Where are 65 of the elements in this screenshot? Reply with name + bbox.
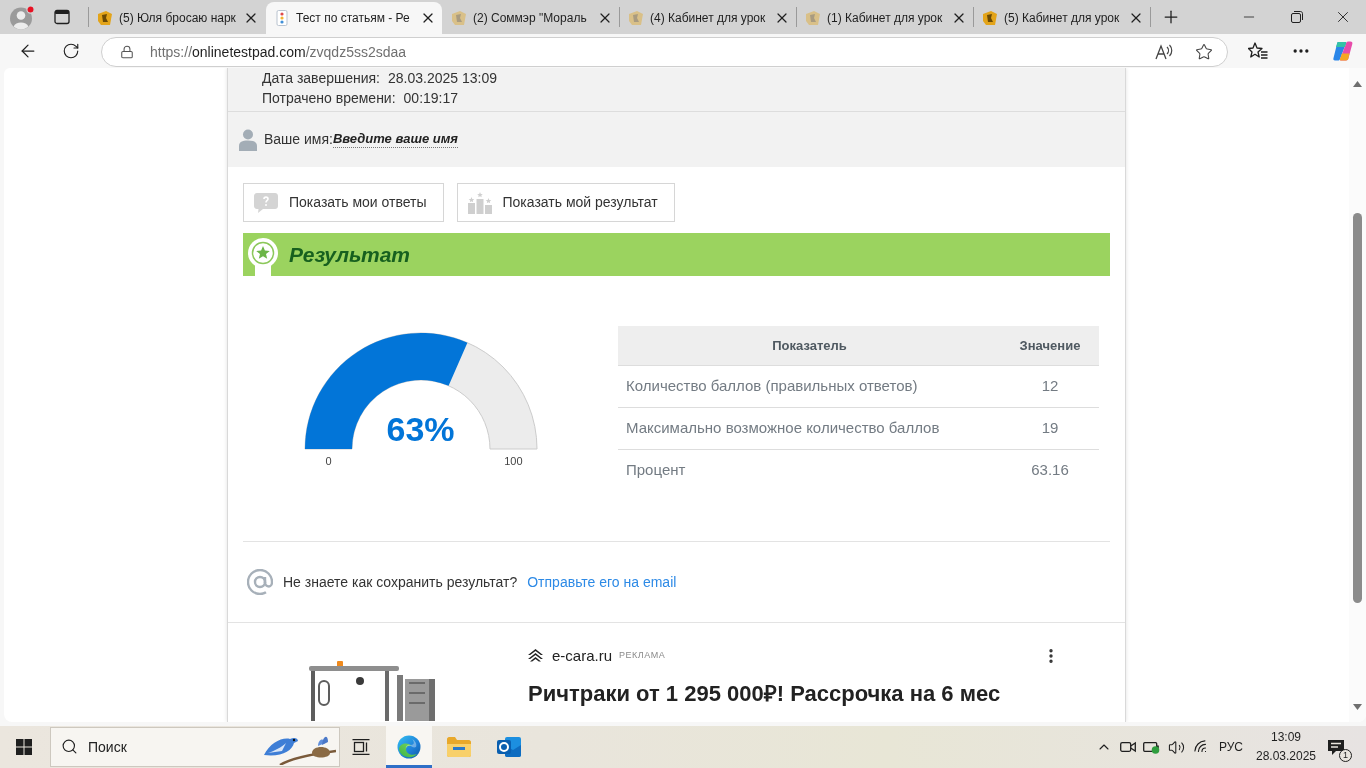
notification-icon[interactable] bbox=[1327, 738, 1345, 756]
windows-logo-icon[interactable] bbox=[16, 739, 32, 755]
enter-name-link[interactable]: Введите ваше имя bbox=[332, 131, 458, 148]
gauge-reading: 63% bbox=[386, 409, 455, 449]
taskbar-app-button[interactable] bbox=[386, 726, 432, 768]
profile-icon[interactable] bbox=[9, 4, 35, 30]
email-link[interactable]: Отправьте его на email bbox=[527, 571, 677, 593]
search-icon bbox=[61, 738, 78, 755]
summary-value: 00:19:17 bbox=[403, 89, 459, 108]
volume-icon[interactable] bbox=[1167, 738, 1185, 756]
browser-tab[interactable]: (1) Кабинет для урок bbox=[797, 2, 973, 34]
table-cell: Процент bbox=[618, 449, 1001, 491]
favorites-icon[interactable] bbox=[1248, 42, 1268, 60]
browser-tab[interactable]: (4) Кабинет для урок bbox=[620, 2, 796, 34]
browser-icon[interactable] bbox=[397, 735, 421, 759]
gauge-min-label: 0 bbox=[325, 454, 332, 468]
restore-icon[interactable] bbox=[1291, 11, 1303, 23]
favorite-star-icon[interactable] bbox=[1195, 43, 1213, 61]
ad-logo-icon bbox=[528, 649, 543, 663]
refresh-icon[interactable] bbox=[62, 42, 80, 60]
ad-headline[interactable]: Ричтраки от 1 295 000₽! Рассрочка на 6 мес bbox=[528, 680, 1060, 708]
summary-value: 28.03.2025 13:09 bbox=[388, 69, 497, 88]
read-aloud-icon[interactable] bbox=[1155, 44, 1173, 60]
battery-icon[interactable] bbox=[1143, 740, 1161, 754]
name-label: Ваше имя: bbox=[264, 130, 333, 149]
result-title: Результат bbox=[289, 241, 411, 268]
show-result-button[interactable]: Показать мой результат bbox=[456, 183, 675, 222]
question-bubble-icon bbox=[254, 192, 278, 213]
assistant-icon[interactable] bbox=[1332, 40, 1354, 62]
save-hint-text: Не знаете как сохранить результат? bbox=[283, 572, 518, 592]
lock-icon[interactable] bbox=[120, 45, 134, 59]
podium-icon bbox=[467, 191, 492, 214]
ad-domain[interactable]: e-cara.ru bbox=[552, 644, 613, 668]
folder-icon[interactable] bbox=[447, 737, 471, 757]
browser-tab[interactable]: (5) Кабинет для урок bbox=[974, 2, 1150, 34]
ad-label: РЕКЛАМА bbox=[619, 649, 666, 663]
table-cell: 19 bbox=[1001, 407, 1099, 449]
task-view-icon[interactable] bbox=[352, 739, 370, 755]
summary-label: Потрачено времени: bbox=[262, 89, 396, 108]
user-icon bbox=[239, 128, 257, 151]
summary-label: Дата завершения: bbox=[262, 69, 380, 88]
browser-tab[interactable]: Тест по статьям - Ре bbox=[266, 2, 442, 34]
tab-actions-icon[interactable] bbox=[54, 9, 70, 25]
address-field[interactable]: https://onlinetestpad.com/zvqdz5ss2sdaa bbox=[101, 37, 1228, 67]
column-header: Показатель bbox=[618, 326, 1001, 365]
gauge-max-label: 100 bbox=[504, 454, 523, 468]
column-header: Значение bbox=[1001, 326, 1099, 365]
table-cell: 12 bbox=[1001, 365, 1099, 407]
scrollbar-thumb[interactable] bbox=[1353, 213, 1362, 603]
scroll-down-icon[interactable] bbox=[1353, 704, 1362, 710]
browser-tab[interactable]: (5) Юля бросаю нарк bbox=[89, 2, 265, 34]
browser-tab[interactable]: (2) Соммэр "Мораль bbox=[443, 2, 619, 34]
url-text[interactable]: https://onlinetestpad.com/zvqdz5ss2sdaa bbox=[150, 41, 407, 63]
table-cell: Количество баллов (правильных ответов) bbox=[618, 365, 1001, 407]
at-sign-icon bbox=[247, 569, 273, 595]
scroll-up-icon[interactable] bbox=[1353, 81, 1362, 87]
language-indicator[interactable]: РУС bbox=[1214, 738, 1248, 756]
mail-app-icon[interactable] bbox=[497, 736, 521, 758]
camera-icon[interactable] bbox=[1120, 740, 1136, 754]
notification-count: 1 bbox=[1339, 749, 1352, 762]
search-field[interactable]: Поиск bbox=[50, 727, 340, 767]
clock[interactable]: 13:09 28.03.2025 bbox=[1248, 728, 1324, 766]
table-cell: Максимально возможное количество баллов bbox=[618, 407, 1001, 449]
table-cell: 63.16 bbox=[1001, 449, 1099, 491]
show-answers-button[interactable]: Показать мои ответы bbox=[243, 183, 444, 222]
